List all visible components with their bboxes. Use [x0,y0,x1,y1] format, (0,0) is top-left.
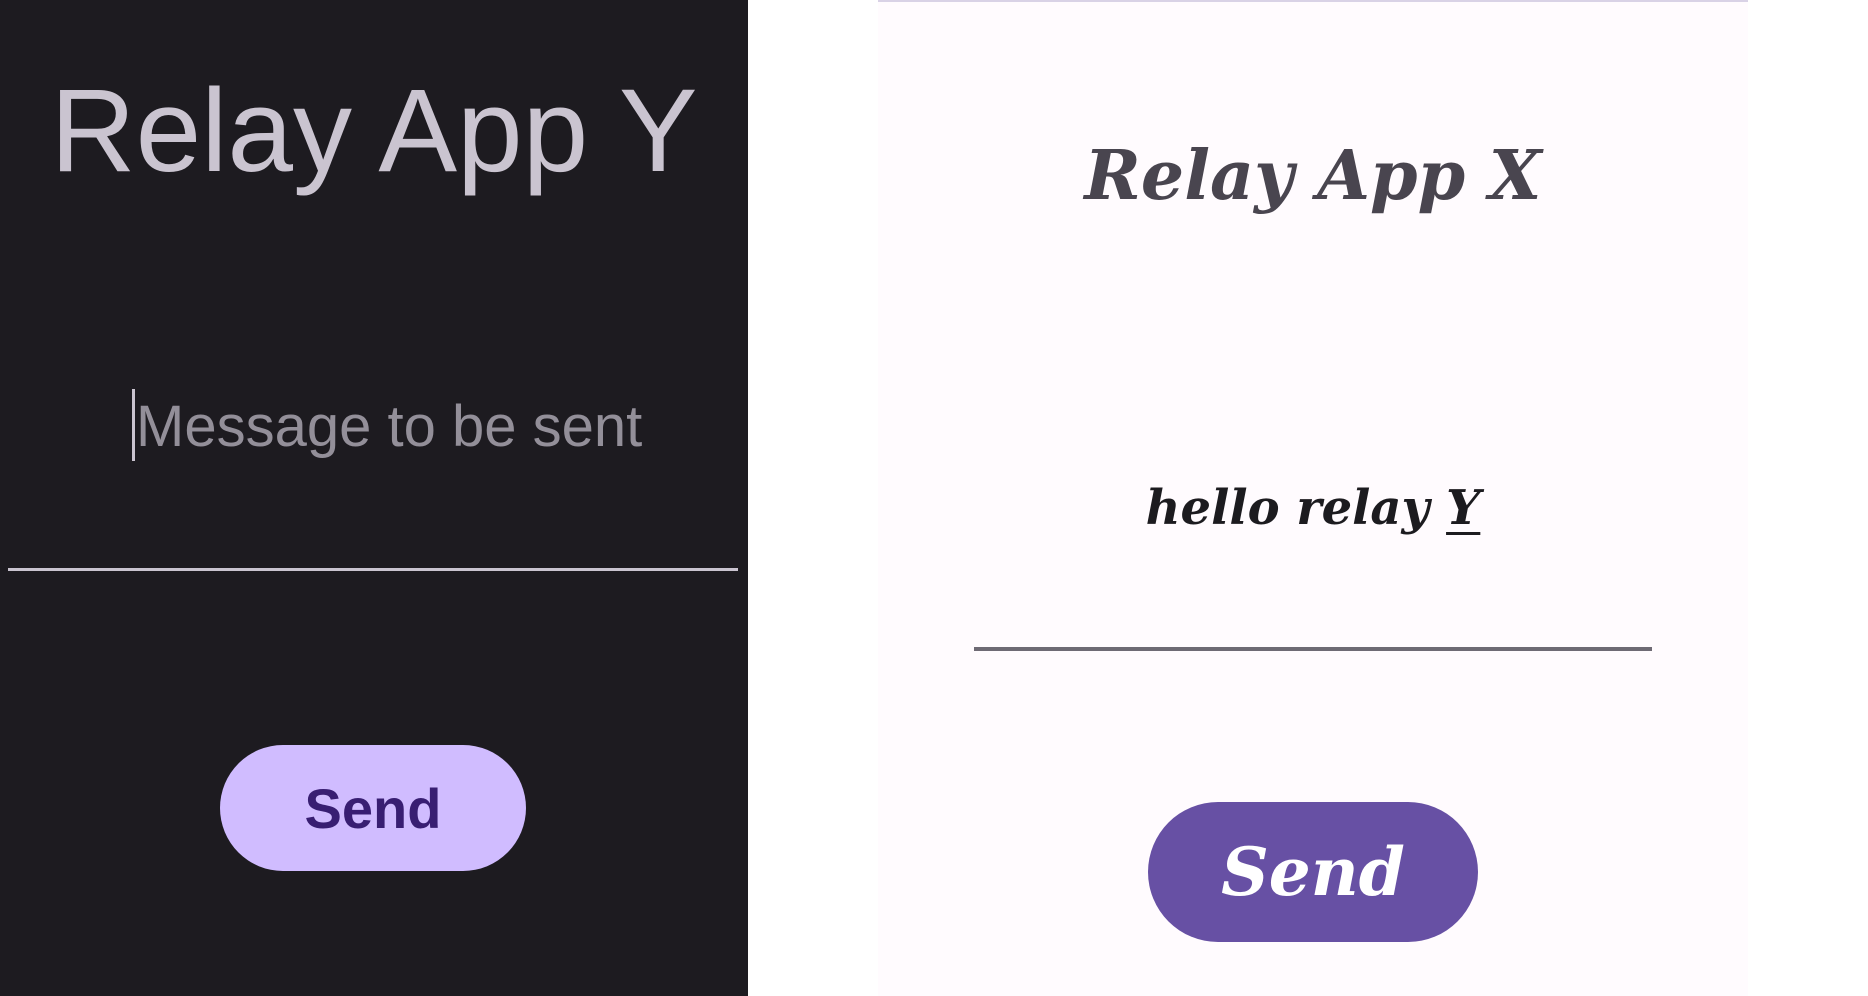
send-button[interactable]: Send [220,745,526,871]
misspelled-word: Y [1446,480,1481,536]
text-caret [132,389,135,461]
message-input[interactable]: Message to be sent [8,360,738,572]
message-input[interactable]: hello relay Y [974,432,1652,654]
message-text-field[interactable] [8,360,738,570]
app-title: Relay App X [1084,136,1542,216]
relay-app-x-screen: Relay App X hello relay Y Send [878,0,1748,996]
relay-app-y-screen: Relay App Y Message to be sent Send [0,0,748,996]
send-button[interactable]: Send [1148,802,1478,942]
message-value[interactable]: hello relay Y [974,484,1652,532]
side-by-side-screens: Relay App Y Message to be sent Send Rela… [0,0,1868,996]
input-underline [8,568,738,571]
app-title: Relay App Y [50,65,698,197]
message-placeholder: Message to be sent [136,394,643,459]
message-value-text: hello relay [1145,480,1447,536]
input-underline [974,647,1652,651]
